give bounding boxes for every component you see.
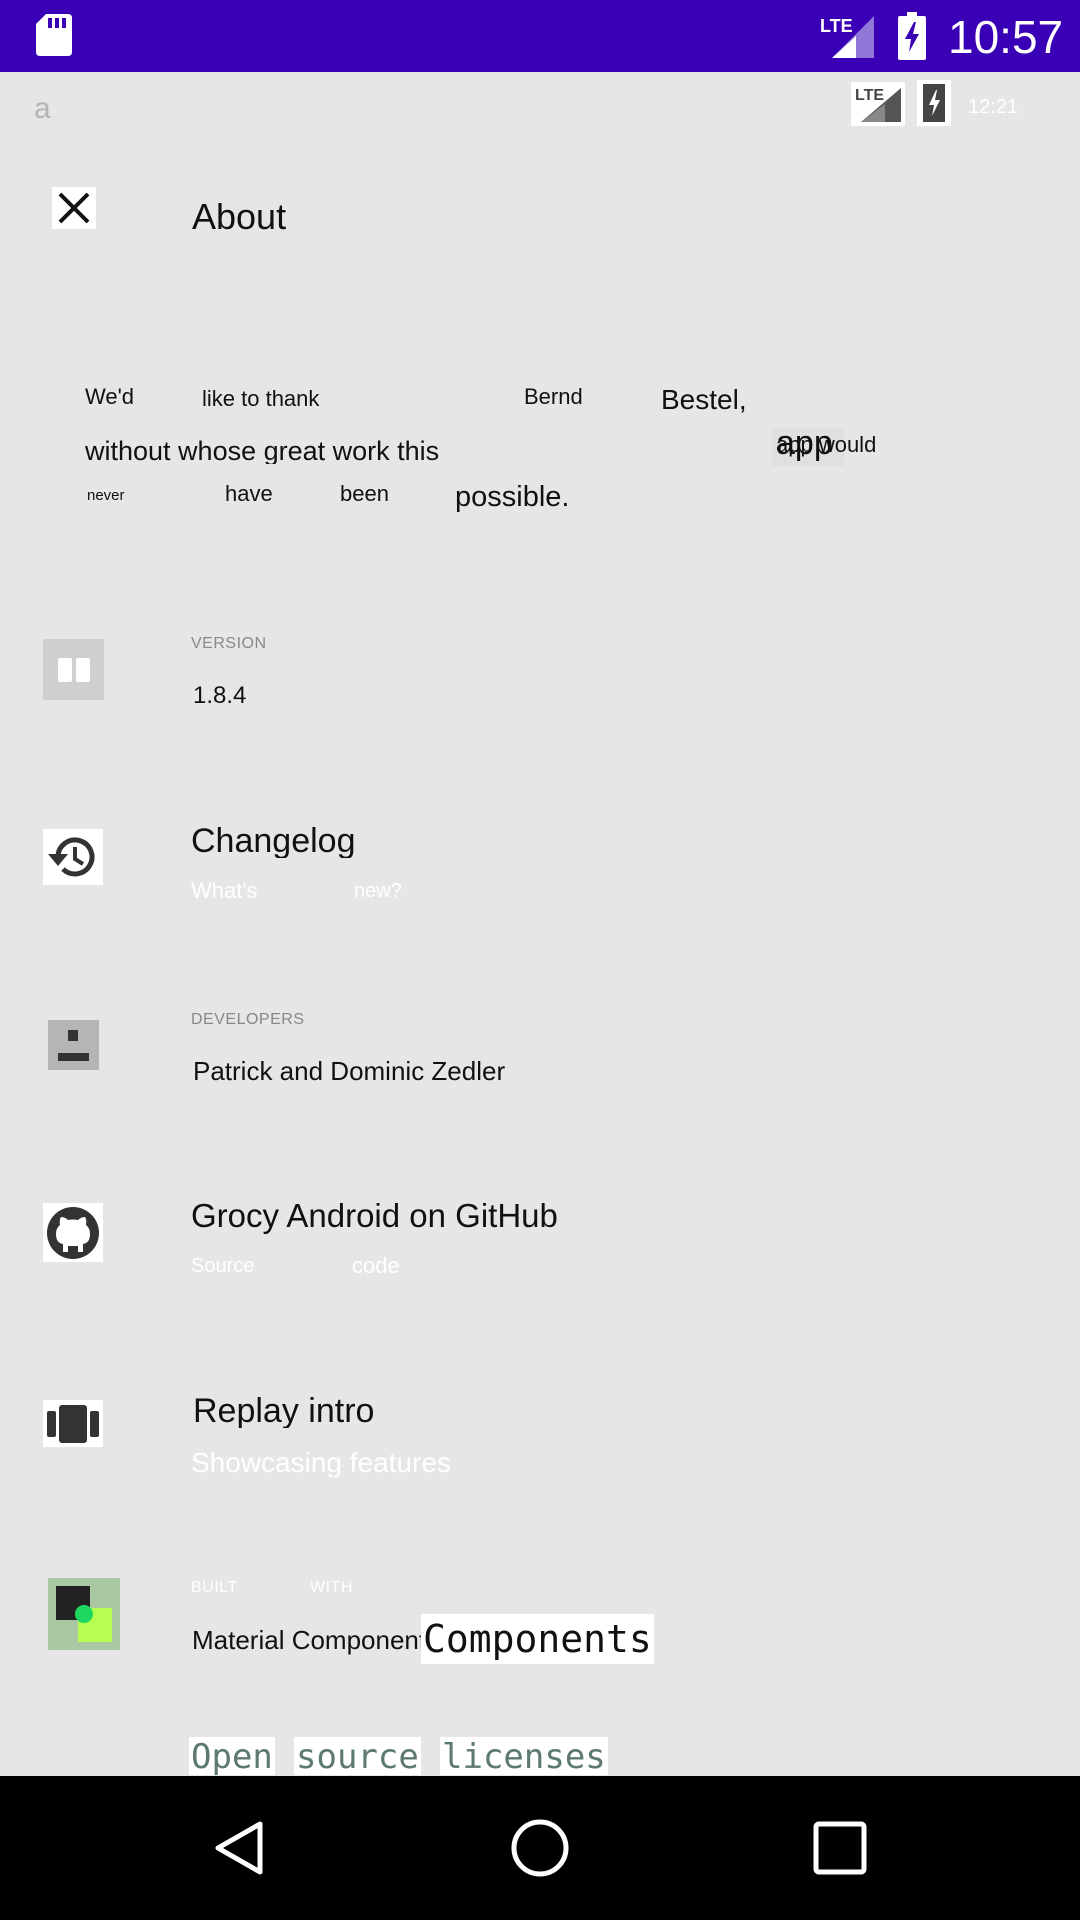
thanks-word: We'd [85, 384, 135, 409]
sd-card-icon [36, 14, 72, 56]
licenses-word: Open [189, 1737, 275, 1777]
built-with-overline: BUILT [191, 1579, 238, 1596]
changelog-subtitle: new? [354, 880, 402, 902]
lte-label: LTE [820, 16, 853, 36]
replay-intro-subtitle: Showcasing features [191, 1447, 451, 1477]
home-button[interactable] [480, 1776, 600, 1920]
developers-value: Patrick and Dominic Zedler [193, 1056, 506, 1086]
thanks-word: never [87, 487, 125, 504]
recents-icon [813, 1821, 867, 1875]
home-icon [511, 1819, 569, 1877]
version-overline: VERSION [191, 635, 267, 652]
battery-charging-icon [898, 12, 926, 60]
thanks-word: possible. [455, 481, 570, 513]
lte-signal-icon: LTE [820, 16, 874, 58]
developer-icon [48, 1020, 99, 1070]
thanks-word: been [340, 481, 389, 506]
status-time: 10:57 [948, 11, 1064, 63]
back-button[interactable] [180, 1776, 300, 1920]
licenses-word: source [294, 1737, 421, 1777]
ghost-lte-icon: LTE [851, 82, 905, 126]
thanks-word: app would [776, 432, 877, 457]
ghost-battery-icon [917, 80, 951, 126]
changelog-title: Changelog [191, 822, 356, 858]
carousel-icon [43, 1400, 103, 1447]
page-title: About [192, 196, 287, 237]
thanks-word: like to thank [202, 386, 320, 411]
recents-button[interactable] [780, 1776, 900, 1920]
ghost-lte-label: LTE [855, 87, 884, 104]
ghost-time: 12:21 [968, 96, 1019, 118]
history-icon [43, 829, 103, 885]
close-icon [58, 192, 90, 224]
github-subtitle: code [352, 1253, 400, 1278]
github-icon [43, 1203, 103, 1262]
version-value: 1.8.4 [193, 682, 247, 709]
github-subtitle: Source [191, 1255, 255, 1277]
back-icon [215, 1821, 263, 1875]
close-button[interactable] [52, 187, 96, 229]
status-bar: LTE 10:57 [0, 0, 1080, 72]
thanks-word: have [225, 481, 273, 506]
licenses-word: licenses [440, 1737, 608, 1777]
version-icon [43, 639, 104, 700]
navigation-bar [0, 1776, 1080, 1920]
material-icon [48, 1578, 120, 1650]
thanks-word: Bestel, [661, 384, 747, 415]
developers-overline: DEVELOPERS [191, 1011, 305, 1028]
replay-intro-title: Replay intro [193, 1392, 375, 1428]
changelog-subtitle: What's [191, 878, 258, 903]
built-with-value: Material Components [192, 1625, 440, 1655]
thanks-word: Bernd [524, 384, 583, 409]
thanks-word: without whose great work this [85, 436, 440, 464]
built-with-overlay: Components [421, 1614, 654, 1664]
github-title: Grocy Android on GitHub [191, 1197, 558, 1234]
built-with-overline: WITH [310, 1579, 353, 1596]
ghost-letter: a [34, 92, 51, 125]
